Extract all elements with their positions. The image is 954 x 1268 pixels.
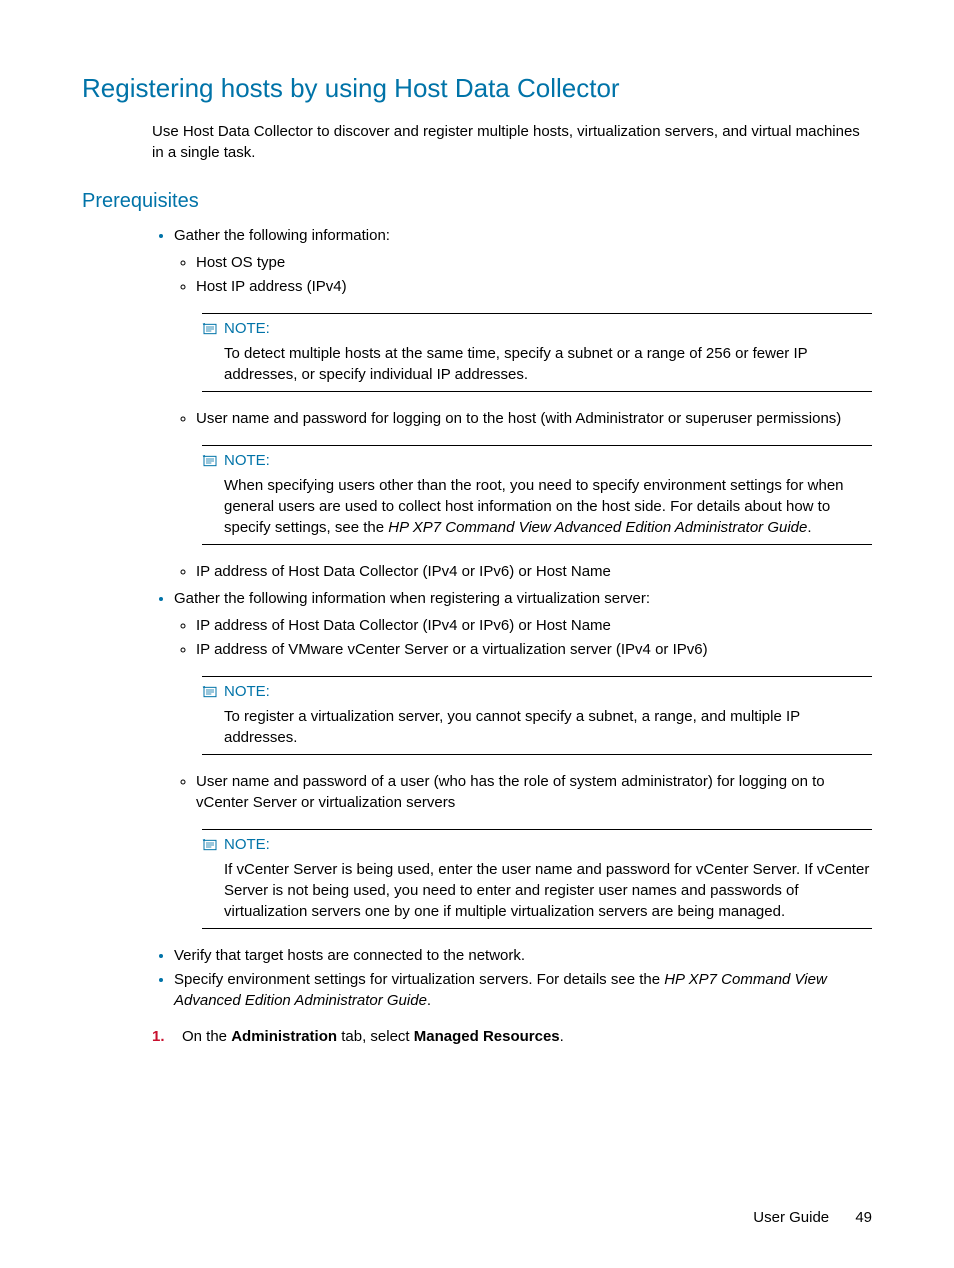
list-item: User name and password for logging on to… xyxy=(196,408,872,429)
list-item: User name and password of a user (who ha… xyxy=(196,771,872,813)
list-item: Gather the following information: Host O… xyxy=(174,225,872,582)
list-text: Gather the following information: xyxy=(174,227,390,244)
footer-label: User Guide xyxy=(753,1209,829,1226)
note-block: NOTE: To register a virtualization serve… xyxy=(202,676,872,755)
page-number: 49 xyxy=(855,1209,872,1226)
list-item: IP address of VMware vCenter Server or a… xyxy=(196,639,872,660)
note-body: To detect multiple hosts at the same tim… xyxy=(224,343,872,385)
note-icon xyxy=(202,454,218,468)
list-item: IP address of Host Data Collector (IPv4 … xyxy=(196,561,872,582)
note-block: NOTE: If vCenter Server is being used, e… xyxy=(202,829,872,929)
note-block: NOTE: To detect multiple hosts at the sa… xyxy=(202,313,872,392)
list-item: Gather the following information when re… xyxy=(174,588,872,929)
note-body: To register a virtualization server, you… xyxy=(224,706,872,748)
list-item: Host IP address (IPv4) xyxy=(196,276,872,297)
list-item: Specify environment settings for virtual… xyxy=(174,969,872,1011)
list-item: Verify that target hosts are connected t… xyxy=(174,945,872,966)
note-body: If vCenter Server is being used, enter t… xyxy=(224,859,872,922)
note-icon xyxy=(202,838,218,852)
note-label: NOTE: xyxy=(224,318,270,339)
page-title: Registering hosts by using Host Data Col… xyxy=(82,70,872,106)
note-icon xyxy=(202,685,218,699)
note-label: NOTE: xyxy=(224,450,270,471)
step-number: 1. xyxy=(152,1026,170,1047)
list-item: IP address of Host Data Collector (IPv4 … xyxy=(196,615,872,636)
note-body: When specifying users other than the roo… xyxy=(224,475,872,538)
step-text: On the Administration tab, select Manage… xyxy=(182,1026,564,1047)
note-label: NOTE: xyxy=(224,681,270,702)
note-block: NOTE: When specifying users other than t… xyxy=(202,445,872,545)
note-icon xyxy=(202,322,218,336)
step-item: 1. On the Administration tab, select Man… xyxy=(152,1026,872,1047)
note-label: NOTE: xyxy=(224,834,270,855)
list-text: Gather the following information when re… xyxy=(174,590,650,607)
page-footer: User Guide 49 xyxy=(82,1207,872,1228)
intro-paragraph: Use Host Data Collector to discover and … xyxy=(152,121,872,163)
section-prerequisites: Prerequisites xyxy=(82,187,872,215)
list-item: Host OS type xyxy=(196,252,872,273)
